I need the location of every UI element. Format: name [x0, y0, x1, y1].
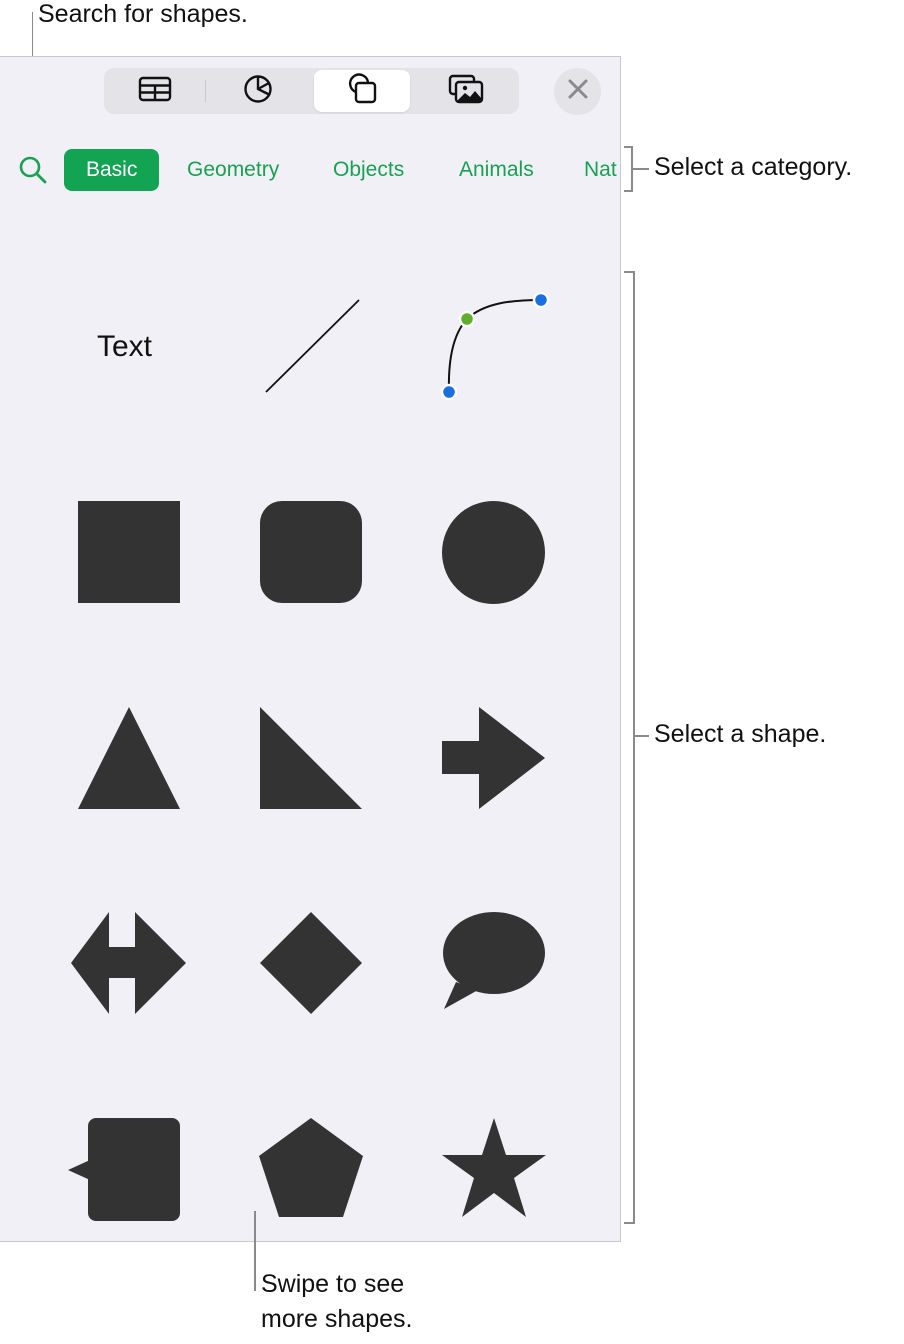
shape-arrow[interactable]	[442, 707, 545, 809]
shape-diamond[interactable]	[260, 912, 362, 1014]
shape-rounded-square[interactable]	[260, 501, 362, 603]
search-callout: Search for shapes.	[38, 0, 248, 28]
category-bracket	[624, 146, 633, 192]
category-basic[interactable]: Basic	[64, 149, 160, 191]
category-animals[interactable]: Animals	[459, 149, 534, 191]
tab-charts[interactable]	[210, 70, 306, 112]
shape-callout-square[interactable]	[68, 1118, 180, 1221]
close-button[interactable]	[554, 68, 601, 115]
shapes-icon	[346, 72, 378, 110]
shape-star[interactable]	[442, 1118, 546, 1218]
shape-circle[interactable]	[442, 501, 545, 604]
shape-bracket	[624, 271, 635, 1224]
shapes-panel: Basic Geometry Objects Animals Nat	[0, 56, 621, 1242]
category-geometry[interactable]: Geometry	[187, 149, 279, 191]
curve-end-handle	[440, 383, 458, 401]
swipe-callout-leader	[254, 1211, 256, 1291]
insert-segmented-control	[104, 68, 519, 114]
shape-speech-bubble[interactable]	[442, 912, 546, 1012]
photo-icon	[448, 74, 484, 109]
category-callout: Select a category.	[654, 153, 853, 181]
search-button[interactable]	[18, 155, 48, 185]
segment-divider	[205, 80, 206, 102]
shape-pentagon[interactable]	[259, 1118, 363, 1218]
category-bar: Basic Geometry Objects Animals Nat	[0, 147, 620, 191]
shape-double-arrow[interactable]	[71, 912, 186, 1014]
tab-tables[interactable]	[107, 70, 203, 112]
curve-start-handle	[532, 291, 550, 309]
category-callout-leader	[633, 168, 649, 170]
tab-media[interactable]	[418, 70, 514, 112]
shape-callout: Select a shape.	[654, 720, 827, 748]
shape-callout-leader	[635, 735, 649, 737]
swipe-callout-line1: Swipe to see	[261, 1270, 405, 1298]
shape-text[interactable]: Text	[97, 330, 152, 364]
close-icon	[568, 79, 588, 104]
table-icon	[138, 76, 172, 107]
swipe-callout-line2: more shapes.	[261, 1305, 413, 1333]
shape-square[interactable]	[78, 501, 180, 603]
tab-shapes[interactable]	[314, 70, 410, 112]
chart-icon	[243, 74, 273, 109]
curve-mid-handle	[458, 310, 476, 328]
category-objects[interactable]: Objects	[333, 149, 404, 191]
category-nature[interactable]: Nat	[584, 149, 617, 191]
shape-line[interactable]	[260, 294, 366, 400]
shape-triangle[interactable]	[78, 707, 180, 809]
search-icon	[18, 156, 48, 189]
shape-right-triangle[interactable]	[260, 707, 362, 809]
shape-curve[interactable]	[436, 288, 556, 404]
